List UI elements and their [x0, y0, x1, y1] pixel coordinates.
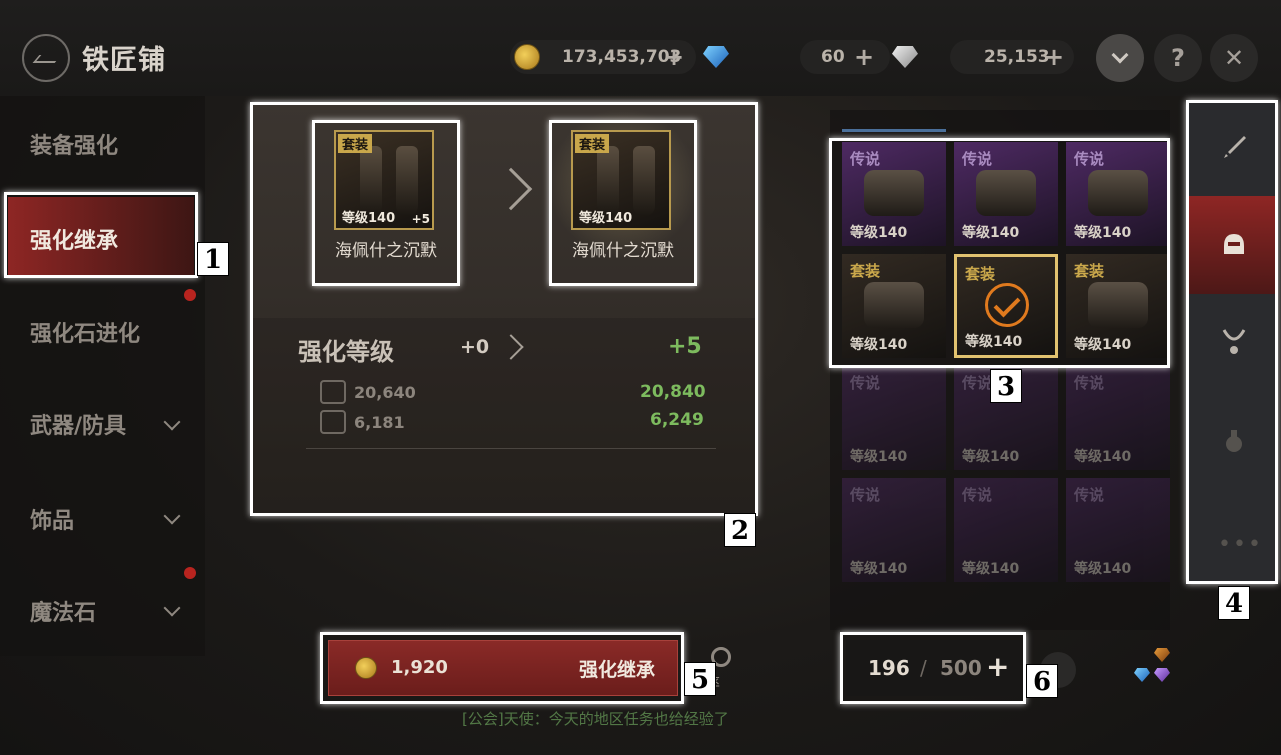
legend-tag: 传说 — [850, 374, 881, 392]
grid-slot[interactable]: 传说 等级140 — [954, 478, 1058, 582]
close-button[interactable]: ✕ — [1210, 34, 1258, 82]
callout-frame — [320, 632, 684, 704]
blue-gem-icon — [1134, 668, 1150, 682]
grid-slot[interactable]: 传说 等级140 — [1066, 366, 1170, 470]
callout-label: 2 — [724, 513, 756, 547]
legend-tag: 传说 — [850, 486, 881, 504]
sidebar-item-equip-enhance[interactable]: 装备强化 — [30, 128, 118, 160]
callout-frame — [829, 138, 1170, 368]
add-blue-gem-button[interactable]: + — [854, 45, 874, 69]
orange-gem-icon — [1154, 648, 1170, 662]
sidebar-item-weapon-armor[interactable]: 武器/防具 — [30, 408, 126, 440]
white-gem-amount: 25,153 — [984, 47, 1050, 67]
dropdown-button[interactable] — [1096, 34, 1144, 82]
callout-label: 6 — [1026, 664, 1058, 698]
legend-tag: 传说 — [1074, 486, 1105, 504]
blue-gem-currency — [800, 40, 890, 74]
purple-gem-icon — [1154, 668, 1170, 682]
callout-frame — [1186, 100, 1278, 584]
callout-label: 5 — [684, 662, 716, 696]
chevron-down-icon — [1111, 46, 1129, 64]
grid-slot[interactable]: 传说 等级140 — [842, 478, 946, 582]
legend-tag: 传说 — [962, 486, 993, 504]
callout-label: 4 — [1218, 586, 1250, 620]
grid-slot-partial — [842, 110, 946, 132]
back-button[interactable] — [22, 34, 70, 82]
notification-dot — [184, 289, 196, 301]
slot-level: 等级140 — [1074, 561, 1132, 577]
slot-level: 等级140 — [962, 561, 1020, 577]
gold-coin-icon — [514, 44, 540, 70]
callout-label: 3 — [990, 369, 1022, 403]
grid-slot[interactable]: 传说 等级140 — [1066, 478, 1170, 582]
page-title: 铁匠铺 — [82, 45, 166, 76]
slot-level: 等级140 — [962, 449, 1020, 465]
gem-bundle-icon[interactable] — [1134, 648, 1174, 688]
help-button[interactable]: ? — [1154, 34, 1202, 82]
grid-slot[interactable]: 传说 等级140 — [842, 366, 946, 470]
slot-level: 等级140 — [850, 449, 908, 465]
sidebar-item-stone-evolve[interactable]: 强化石进化 — [30, 316, 140, 348]
sidebar — [0, 96, 205, 656]
add-gold-button[interactable]: + — [664, 45, 684, 69]
callout-frame — [549, 120, 697, 286]
blue-gem-amount: 60 — [821, 47, 845, 67]
sidebar-item-magic-stone[interactable]: 魔法石 — [30, 595, 96, 627]
add-white-gem-button[interactable]: + — [1044, 45, 1064, 69]
slot-level: 等级140 — [850, 561, 908, 577]
callout-frame — [4, 192, 198, 278]
legend-tag: 传说 — [1074, 374, 1105, 392]
slot-level: 等级140 — [1074, 449, 1132, 465]
callout-frame — [312, 120, 460, 286]
legend-tag: 传说 — [962, 374, 993, 392]
callout-label: 1 — [197, 242, 229, 276]
chat-message: [公会]天使：今天的地区任务也给经验了 — [462, 710, 729, 728]
notification-dot — [184, 567, 196, 579]
sidebar-item-accessory[interactable]: 饰品 — [30, 503, 74, 535]
callout-frame — [840, 632, 1026, 704]
